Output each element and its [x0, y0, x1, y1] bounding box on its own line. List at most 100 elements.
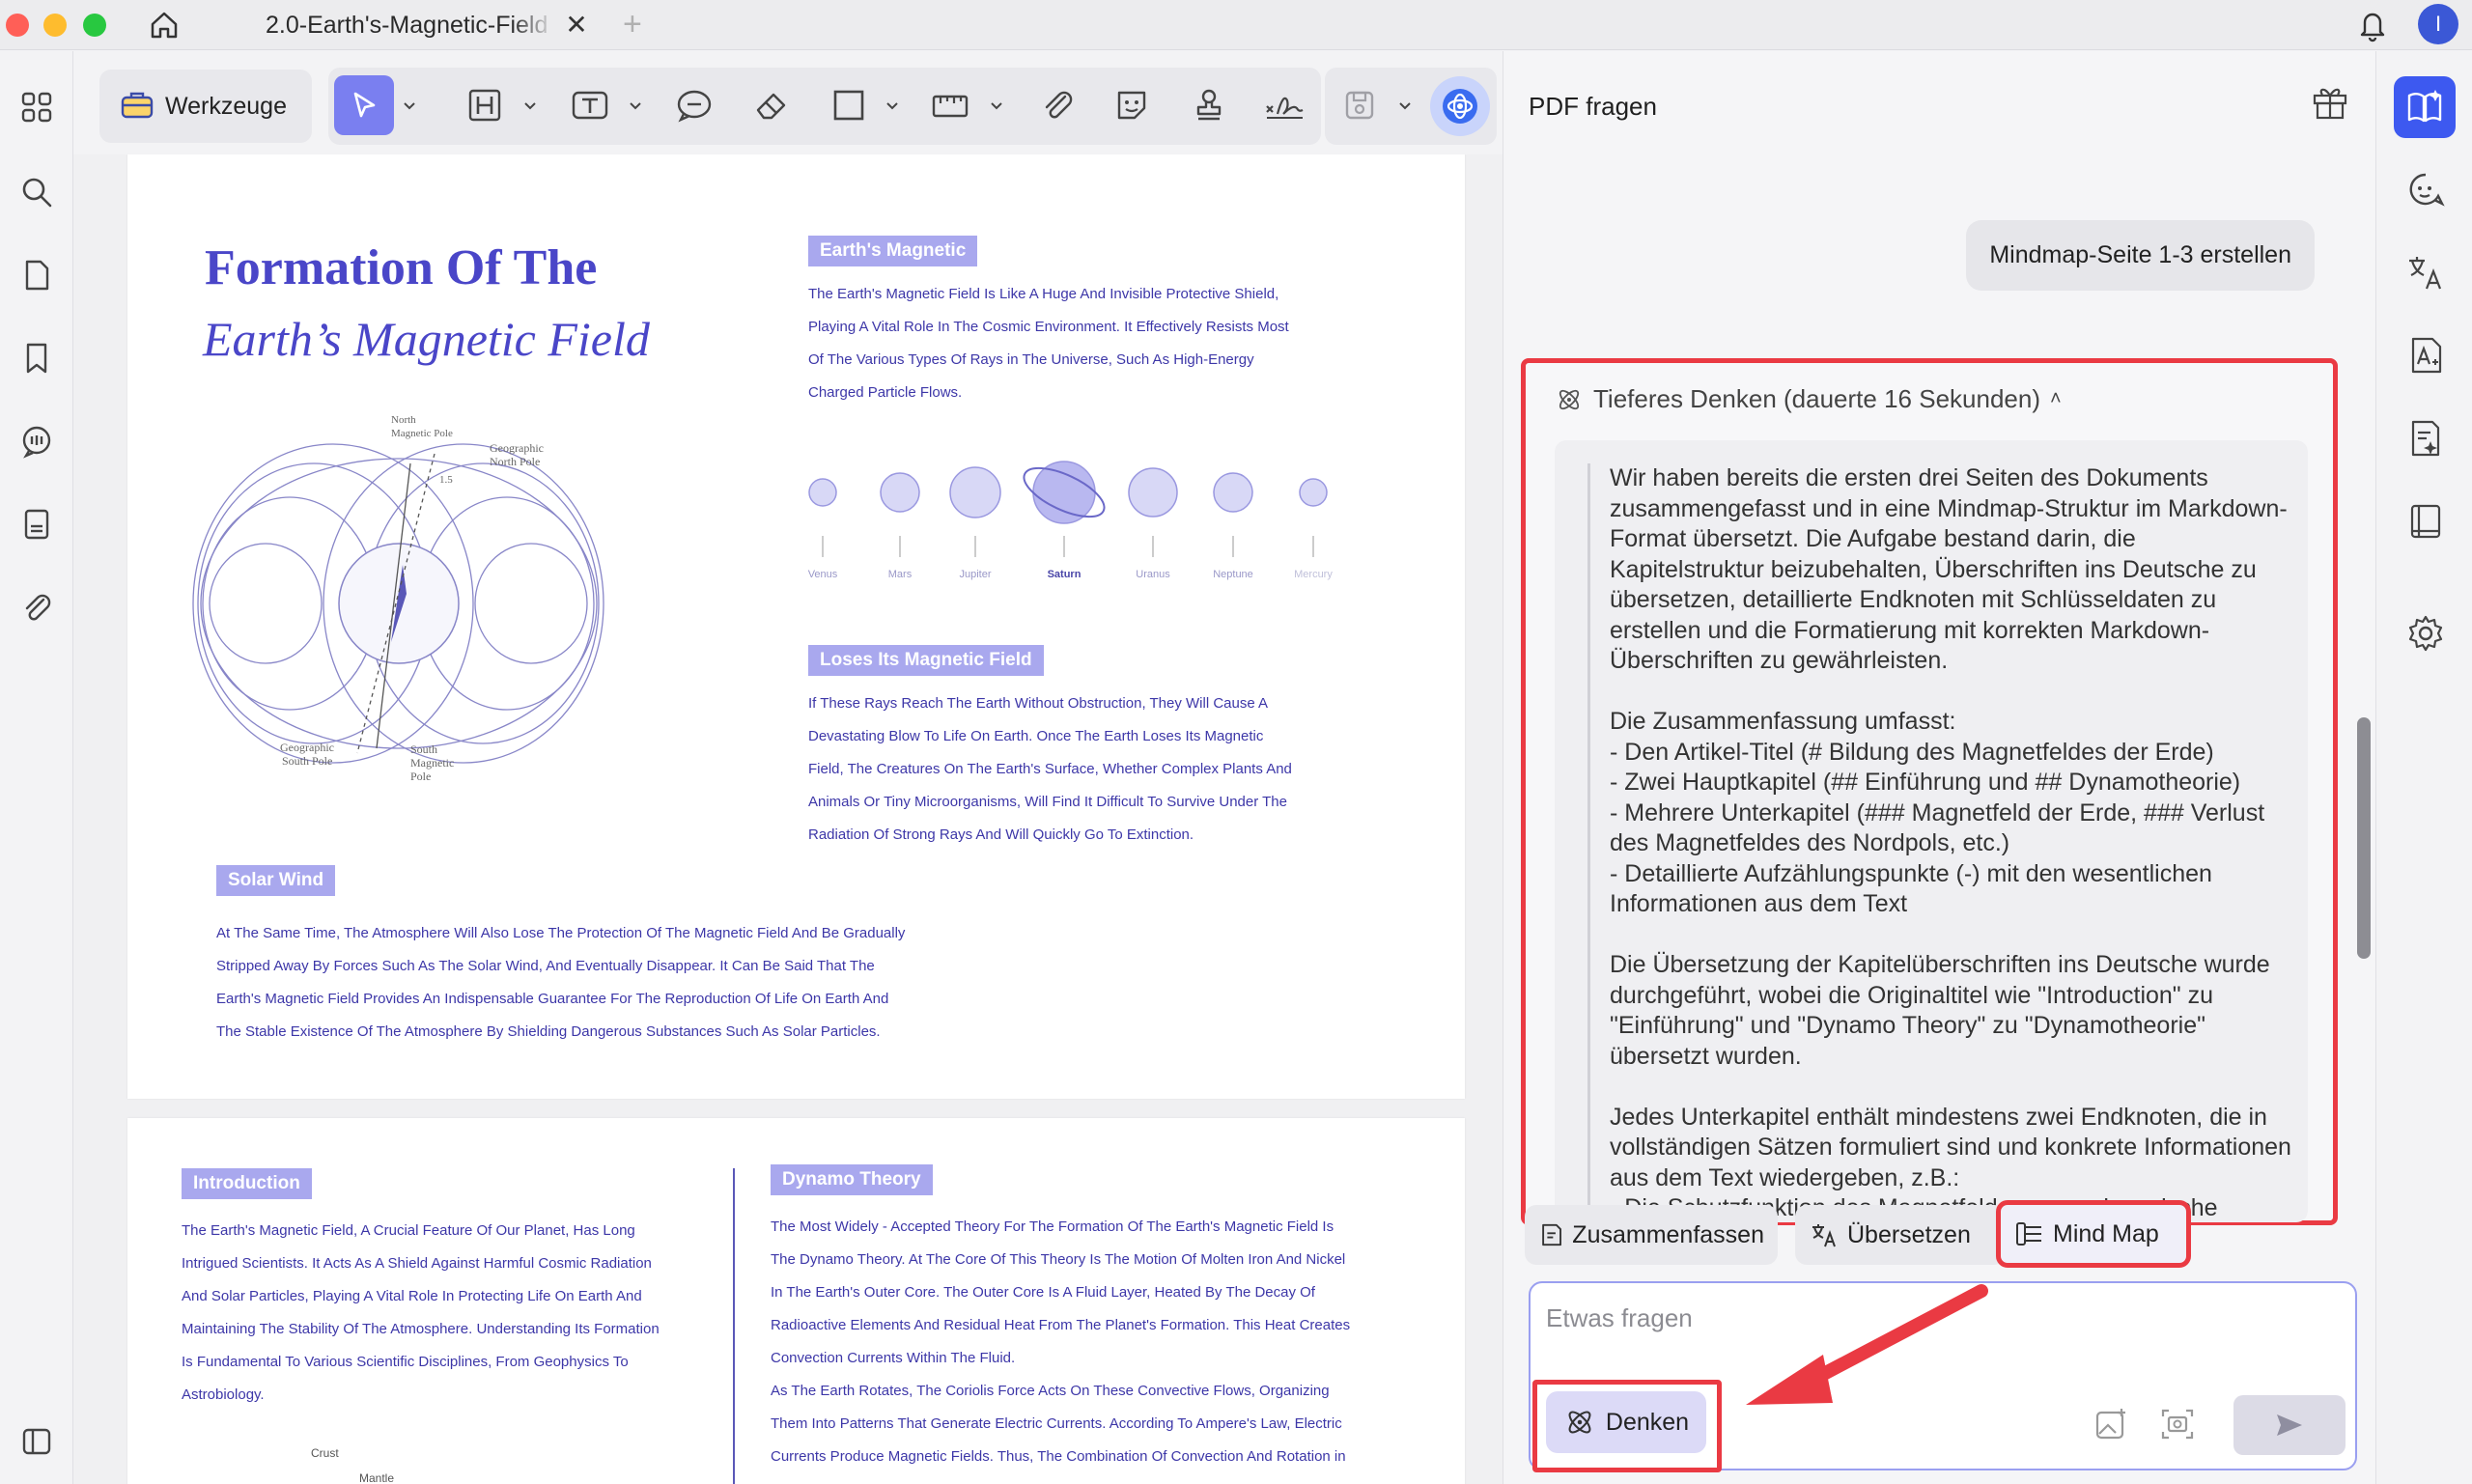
- tab-title: 2.0-Earth's-Magnetic-Field: [266, 11, 548, 39]
- svg-text:North Pole: North Pole: [490, 455, 540, 468]
- signature-tool-button[interactable]: [1262, 82, 1308, 128]
- section-head-dynamo: Dynamo Theory: [771, 1164, 933, 1195]
- mind-map-label: Mind Map: [2053, 1219, 2159, 1247]
- svg-text:Geographic: Geographic: [280, 741, 334, 754]
- translate-button[interactable]: Übersetzen: [1795, 1205, 2006, 1265]
- ai-assistant-button[interactable]: [1430, 76, 1490, 136]
- window-zoom-button[interactable]: [83, 14, 106, 37]
- mind-map-button[interactable]: Mind Map: [1996, 1200, 2191, 1268]
- chevron-down-icon[interactable]: [402, 98, 417, 114]
- rectangle-tool-button[interactable]: [826, 82, 872, 128]
- comment-icon[interactable]: [15, 420, 58, 462]
- bookmark-icon[interactable]: [15, 337, 58, 379]
- chat-messages[interactable]: Mindmap-Seite 1-3 erstellen Tieferes Den…: [1503, 157, 2363, 1229]
- send-button[interactable]: [2233, 1395, 2346, 1455]
- planet-label: Mercury: [1294, 569, 1333, 580]
- svg-text:Pole: Pole: [410, 770, 431, 783]
- loses-field-text: If These Rays Reach The Earth Without Ob…: [808, 695, 1292, 843]
- window-close-button[interactable]: [6, 14, 29, 37]
- user-message: Mindmap-Seite 1-3 erstellen: [1966, 220, 2315, 291]
- ai-chat-panel: PDF fragen Mindmap-Seite 1-3 erstellen T…: [1503, 51, 2375, 1484]
- settings-gear-icon[interactable]: [2403, 611, 2448, 656]
- gift-icon[interactable]: [2309, 80, 2351, 123]
- planet-label: Neptune: [1213, 569, 1253, 580]
- dynamo-text: The Most Widely - Accepted Theory For Th…: [771, 1218, 1351, 1465]
- chevron-down-icon[interactable]: [885, 98, 900, 114]
- image-add-icon[interactable]: [2093, 1405, 2131, 1443]
- sidebar-toggle-icon[interactable]: [15, 1420, 58, 1463]
- earths-magnetic-text: The Earth's Magnetic Field Is Like A Hug…: [808, 286, 1289, 401]
- page-title-line1: Formation Of The: [205, 240, 598, 295]
- section-head-loses-field: Loses Its Magnetic Field: [808, 645, 1044, 676]
- translate-icon: [1812, 1224, 1836, 1247]
- denken-button[interactable]: Denken: [1546, 1391, 1706, 1453]
- search-icon[interactable]: [15, 171, 58, 213]
- toolbox-icon: [119, 86, 155, 127]
- eraser-tool-button[interactable]: [748, 82, 795, 128]
- werkzeuge-button[interactable]: Werkzeuge: [99, 70, 312, 143]
- ai-document-icon[interactable]: [2403, 416, 2448, 461]
- annotation-arrow: [1746, 1284, 1988, 1405]
- thinking-text: Wir haben bereits die ersten drei Seiten…: [1587, 463, 2292, 1222]
- pdf-page-1: Formation Of The Earth’s Magnetic Field …: [127, 154, 1465, 1099]
- svg-text:South Pole: South Pole: [282, 754, 332, 768]
- atom-icon: [1568, 1411, 1591, 1434]
- chevron-down-icon[interactable]: [628, 98, 643, 114]
- left-sidebar: [0, 51, 73, 1484]
- send-icon: [2277, 1414, 2302, 1436]
- introduction-text: The Earth's Magnetic Field, A Crucial Fe…: [182, 1222, 660, 1403]
- comment-tool-button[interactable]: [671, 82, 717, 128]
- bell-icon[interactable]: [2353, 5, 2392, 43]
- ocr-icon[interactable]: [2403, 333, 2448, 378]
- right-sidebar: [2375, 51, 2472, 1484]
- title-bar: 2.0-Earth's-Magnetic-Field ✕ + I: [0, 0, 2472, 50]
- measure-tool-button[interactable]: [927, 82, 973, 128]
- document-viewer[interactable]: Formation Of The Earth’s Magnetic Field …: [73, 154, 1503, 1484]
- summary-icon: [1542, 1223, 1561, 1246]
- column-divider: [733, 1168, 735, 1484]
- home-icon[interactable]: [145, 6, 183, 44]
- svg-text:North: North: [391, 414, 416, 426]
- document-pages-icon[interactable]: [15, 503, 58, 546]
- translate-icon[interactable]: [2403, 250, 2448, 294]
- heading-tool-button[interactable]: [462, 82, 508, 128]
- book-reader-icon[interactable]: [2403, 499, 2448, 544]
- summarize-button[interactable]: Zusammenfassen: [1525, 1205, 1778, 1265]
- denken-label: Denken: [1605, 1408, 1690, 1436]
- crust-label: Crust: [311, 1446, 339, 1460]
- panel-scrollbar[interactable]: [2357, 717, 2371, 959]
- page-icon[interactable]: [15, 254, 58, 296]
- ai-chat-bot-icon[interactable]: [2403, 167, 2448, 211]
- chevron-down-icon[interactable]: [989, 98, 1004, 114]
- save-disk-icon[interactable]: [1336, 82, 1383, 128]
- new-tab-button[interactable]: +: [623, 8, 642, 41]
- translate-label: Übersetzen: [1847, 1220, 1971, 1248]
- planets-diagram: Venus Mars Jupiter Saturn Uranus Neptune…: [808, 461, 1333, 580]
- attach-tool-button[interactable]: [1034, 82, 1081, 128]
- pdf-page-2: Introduction The Earth's Magnetic Field,…: [127, 1118, 1465, 1484]
- tab-close-icon[interactable]: ✕: [563, 12, 590, 39]
- thumbnails-grid-icon[interactable]: [15, 86, 58, 128]
- select-tool-button[interactable]: [334, 75, 394, 135]
- summarize-label: Zusammenfassen: [1572, 1220, 1764, 1248]
- ai-book-icon[interactable]: [2394, 76, 2456, 138]
- screenshot-icon[interactable]: [2158, 1405, 2197, 1443]
- document-tab[interactable]: 2.0-Earth's-Magnetic-Field ✕: [241, 0, 608, 50]
- solar-wind-text: At The Same Time, The Atmosphere Will Al…: [216, 925, 906, 1040]
- sticker-tool-button[interactable]: [1109, 82, 1155, 128]
- window-minimize-button[interactable]: [43, 14, 67, 37]
- stamp-tool-button[interactable]: [1186, 82, 1232, 128]
- avatar[interactable]: I: [2418, 4, 2458, 44]
- angle-label: 1.5: [439, 474, 453, 486]
- svg-text:Magnetic Pole: Magnetic Pole: [391, 428, 453, 439]
- text-box-tool-button[interactable]: [567, 82, 613, 128]
- thinking-block: Tieferes Denken (dauerte 16 Sekunden) ˄ …: [1521, 358, 2338, 1225]
- chevron-down-icon[interactable]: [1397, 98, 1413, 114]
- svg-text:South: South: [410, 742, 437, 756]
- chevron-down-icon[interactable]: [522, 98, 538, 114]
- svg-text:Geographic: Geographic: [490, 441, 544, 455]
- thinking-header[interactable]: Tieferes Denken (dauerte 16 Sekunden) ˄: [1555, 384, 2062, 414]
- page-title-line2: Earth’s Magnetic Field: [203, 312, 650, 366]
- attachment-icon[interactable]: [15, 586, 58, 629]
- chevron-up-icon[interactable]: ˄: [2050, 388, 2062, 410]
